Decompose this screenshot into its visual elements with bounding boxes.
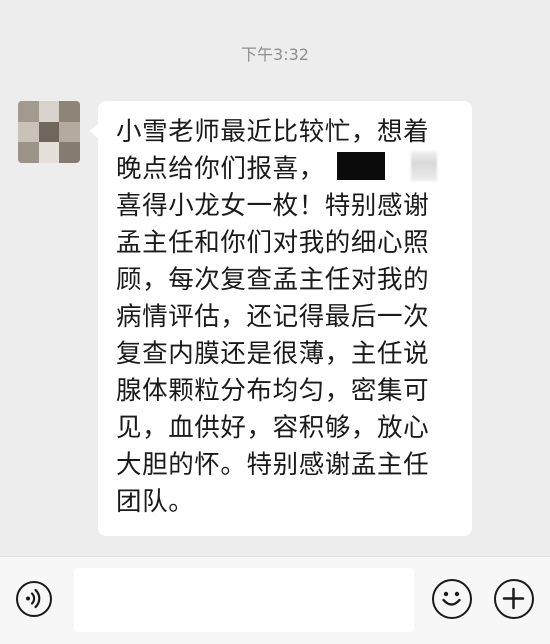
emoji-icon [442, 591, 461, 606]
plus-icon [502, 587, 525, 610]
avatar-pixel [38, 142, 60, 163]
avatar-pixel [59, 142, 80, 163]
avatar-pixel [38, 121, 60, 143]
message-input[interactable] [74, 568, 414, 632]
message-line: 复查内膜还是很薄，主任说 [116, 339, 430, 369]
message-line: 孟主任和你们对我的细心照 [116, 228, 430, 258]
message-line: 大胆的怀。特别感谢孟主任 [116, 450, 430, 480]
message-bubble[interactable]: 小雪老师最近比较忙，想着 晚点给你们报喜， 喜得小龙女一枚！特别感谢 孟主任和你… [89, 101, 472, 536]
redaction-block [336, 152, 385, 180]
voice-button[interactable] [16, 581, 52, 617]
message-line: 晚点给你们报喜， [116, 154, 325, 184]
contact-avatar[interactable] [18, 101, 80, 163]
message-line: 小雪老师最近比较忙，想着 [116, 117, 430, 147]
message-line: 团队。 [116, 487, 195, 517]
message-line: 顾，每次复查孟主任对我的 [116, 265, 430, 295]
chat-input-bar [0, 556, 550, 644]
message-line: 喜得小龙女一枚！特别感谢 [116, 191, 430, 221]
message-line: 腺体颗粒分布均匀，密集可 [116, 376, 430, 406]
avatar-pixel [18, 121, 39, 143]
emoji-button[interactable] [432, 579, 472, 619]
avatar-pixel [18, 142, 39, 163]
avatar-pixel [18, 101, 39, 122]
avatar-pixel [59, 121, 80, 143]
message-timestamp: 下午3:32 [241, 45, 309, 64]
avatar-pixel [59, 101, 80, 122]
more-button[interactable] [494, 579, 534, 619]
redaction-blur [410, 151, 437, 181]
voice-icon [26, 588, 41, 609]
message-line: 病情评估，还记得最后一次 [116, 302, 430, 332]
message-line: 见，血供好，容积够，放心 [116, 413, 430, 443]
avatar-pixel [38, 101, 60, 122]
message-line-with-redaction: 晚点给你们报喜， [116, 151, 462, 188]
